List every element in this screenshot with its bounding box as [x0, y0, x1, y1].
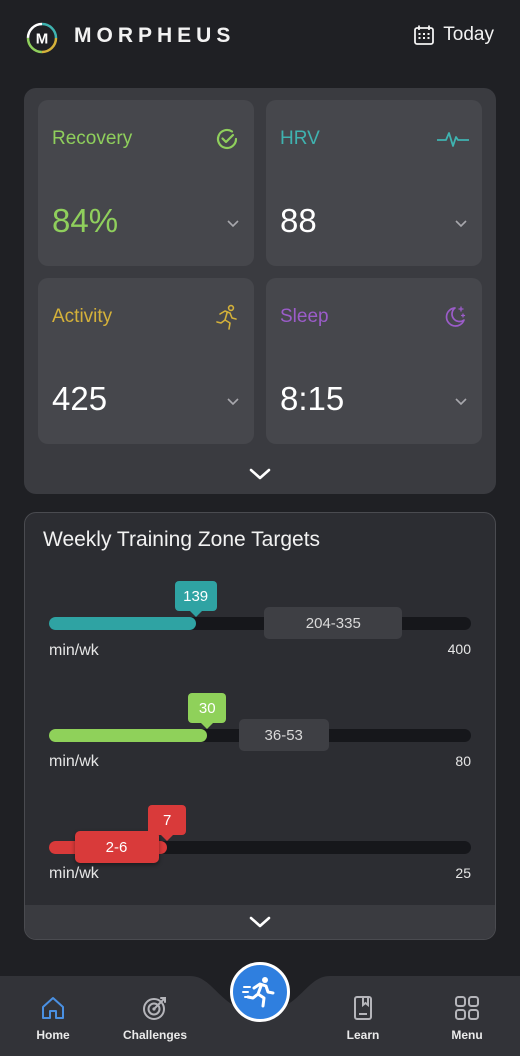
nav-label: Home — [36, 1028, 70, 1042]
zone-target-range: 2-6 — [74, 831, 159, 863]
chevron-down-icon — [227, 398, 239, 406]
recovery-value: 84% — [52, 202, 119, 239]
nav-learn[interactable]: Learn — [318, 994, 408, 1042]
book-icon — [354, 996, 372, 1020]
today-label: Today — [443, 24, 494, 45]
check-circle-icon — [216, 128, 238, 150]
recovery-card[interactable]: Recovery 84% — [38, 100, 254, 266]
zone-track — [49, 617, 471, 630]
morpheus-logo-icon: M — [26, 22, 58, 54]
zone-progress-fill — [49, 729, 208, 742]
app-screen: M MORPHEUS Today Recovery 84% HRV 88 Act… — [0, 0, 520, 1056]
logo-letter: M — [36, 31, 49, 48]
zone-current-bubble: 139 — [174, 581, 217, 617]
training-zones-panel: Weekly Training Zone Targets 204-335 139… — [24, 512, 496, 940]
chevron-down-icon — [249, 916, 271, 928]
zone-target-range: 36-53 — [238, 719, 329, 751]
zone-unit: min/wk — [49, 642, 99, 659]
zone-max: 80 — [455, 753, 471, 769]
activity-label: Activity — [52, 306, 113, 327]
app-header: M MORPHEUS Today — [0, 0, 520, 76]
nav-label: Challenges — [122, 1028, 188, 1042]
training-zone-row: 36-53 30 min/wk 80 — [49, 689, 471, 789]
zone-unit: min/wk — [49, 753, 99, 770]
hrv-card[interactable]: HRV 88 — [266, 100, 482, 266]
zone-current-bubble: 7 — [148, 805, 187, 841]
chevron-down-icon — [455, 398, 467, 406]
nav-menu[interactable]: Menu — [422, 994, 512, 1042]
recovery-label: Recovery — [52, 128, 133, 149]
target-icon — [143, 997, 166, 1020]
zone-max: 25 — [455, 865, 471, 881]
zone-current-bubble: 30 — [188, 693, 227, 729]
calendar-icon — [414, 25, 435, 45]
metrics-panel: Recovery 84% HRV 88 Activity 425 Sleep 8… — [24, 88, 496, 494]
hrv-label: HRV — [280, 128, 320, 149]
training-zone-row: 2-6 7 min/wk 25 — [49, 801, 471, 901]
expand-metrics-chevron-icon[interactable] — [248, 464, 272, 484]
training-zone-row: 204-335 139 min/wk 400 — [49, 577, 471, 677]
zone-unit: min/wk — [49, 865, 99, 882]
nav-label: Learn — [346, 1028, 380, 1042]
running-person-icon — [216, 304, 237, 330]
hrv-value: 88 — [280, 202, 317, 239]
sleep-label: Sleep — [280, 306, 329, 327]
sleep-value: 8:15 — [280, 380, 345, 417]
zone-target-range: 204-335 — [264, 607, 403, 639]
home-icon — [42, 997, 64, 1019]
activity-value: 425 — [52, 380, 108, 417]
activity-card[interactable]: Activity 425 — [38, 278, 254, 444]
start-workout-button[interactable] — [230, 962, 290, 1022]
zones-title: Weekly Training Zone Targets — [43, 528, 321, 551]
grid-icon — [455, 996, 479, 1020]
moon-stars-icon — [445, 306, 466, 327]
chevron-down-icon — [455, 220, 467, 228]
zones-expand-bar[interactable] — [25, 905, 495, 939]
nav-challenges[interactable]: Challenges — [110, 994, 200, 1042]
running-person-icon — [242, 977, 275, 1008]
sleep-card[interactable]: Sleep 8:15 — [266, 278, 482, 444]
heartbeat-icon — [437, 132, 469, 147]
zone-max: 400 — [447, 641, 471, 657]
nav-home[interactable]: Home — [8, 994, 98, 1042]
today-date-button[interactable]: Today — [413, 24, 494, 46]
nav-label: Menu — [451, 1028, 483, 1042]
zone-progress-fill — [49, 617, 196, 630]
app-brand-title: MORPHEUS — [74, 24, 236, 47]
chevron-down-icon — [227, 220, 239, 228]
